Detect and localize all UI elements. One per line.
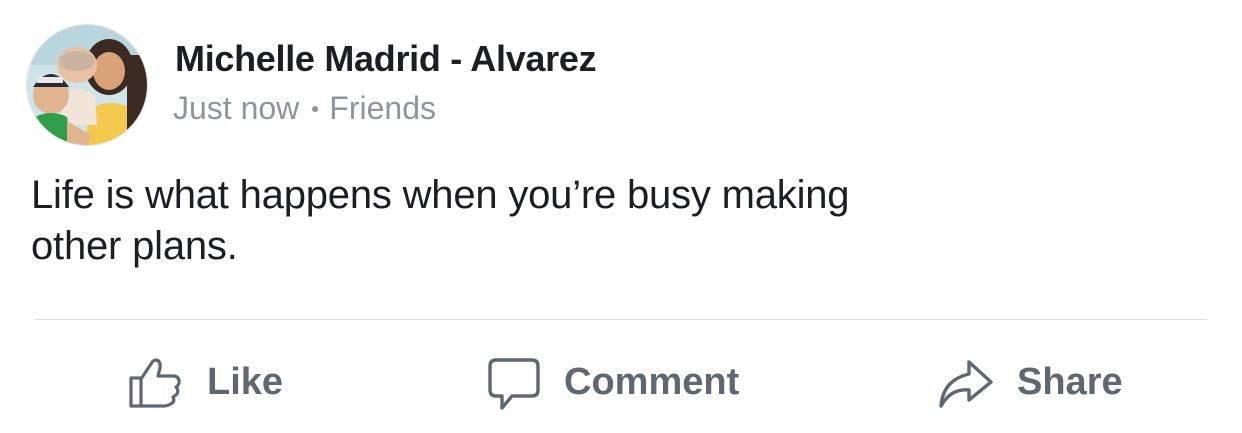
comment-label: Comment	[564, 360, 740, 403]
post-timestamp[interactable]: Just now	[173, 90, 299, 127]
author-name[interactable]: Michelle Madrid - Alvarez	[175, 38, 597, 80]
speech-bubble-icon	[486, 352, 542, 412]
avatar-photo	[27, 25, 147, 145]
divider	[35, 319, 1207, 320]
audience-label[interactable]: Friends	[329, 90, 436, 127]
post-meta: Just now Friends	[173, 90, 436, 127]
post-text-line: Life is what happens when you’re busy ma…	[31, 173, 850, 217]
like-button[interactable]: Like	[125, 350, 283, 414]
share-button[interactable]: Share	[937, 350, 1123, 414]
thumbs-up-icon	[125, 352, 185, 412]
comment-button[interactable]: Comment	[486, 350, 739, 414]
post-text-line: other plans.	[31, 224, 238, 268]
share-label: Share	[1017, 360, 1123, 403]
like-label: Like	[207, 360, 284, 403]
separator-dot-icon	[312, 105, 319, 112]
share-arrow-icon	[937, 352, 995, 412]
feed-post: Michelle Madrid - Alvarez Just now Frien…	[0, 0, 1242, 433]
avatar[interactable]	[26, 24, 148, 146]
post-text: Life is what happens when you’re busy ma…	[31, 170, 1031, 272]
